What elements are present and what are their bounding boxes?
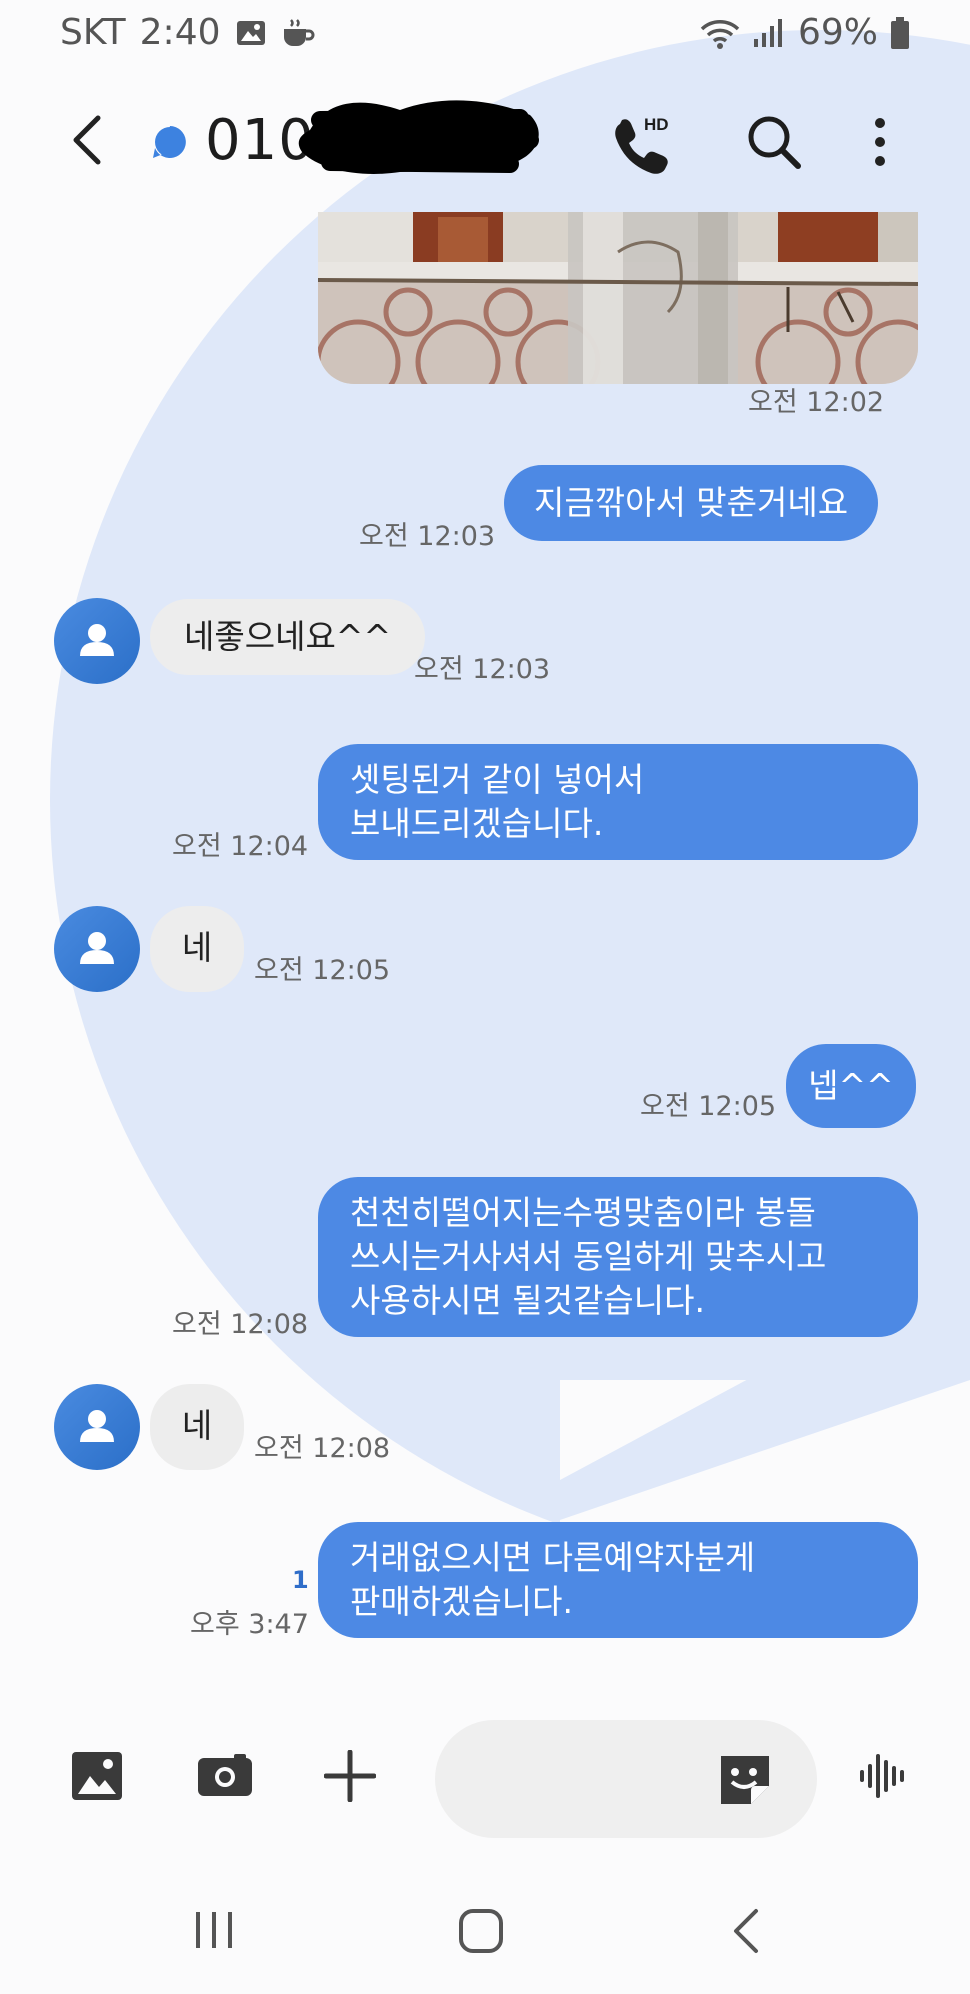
message-text-line: 셋팅된거 같이 넣어서 [350, 760, 645, 799]
clock: 2:40 [139, 12, 221, 53]
back-button[interactable] [58, 110, 118, 170]
message-text: 넵^^ [808, 1066, 894, 1105]
battery-percent: 69% [797, 12, 878, 53]
message-text: 네 [181, 1406, 213, 1445]
message-text-line: 천천히떨어지는수평맞춤이라 봉돌 [350, 1193, 816, 1232]
search-icon [748, 116, 801, 169]
online-dot-icon [153, 126, 186, 158]
home-icon [459, 1909, 503, 1953]
voice-record-button[interactable] [858, 1752, 910, 1804]
plus-icon [323, 1749, 377, 1803]
message-text: 네 [181, 928, 213, 967]
gallery-button[interactable] [70, 1750, 124, 1806]
message-timestamp: 오전 12:05 [640, 1091, 777, 1122]
message-text-line: 거래없으시면 다른예약자분게 [350, 1538, 756, 1577]
battery-icon [890, 16, 910, 50]
system-back-button[interactable] [728, 1906, 764, 1960]
gallery-notification-icon [235, 17, 267, 49]
person-icon [80, 1410, 114, 1442]
message-text-line: 쓰시는거사셔서 동일하게 맞추시고 [350, 1237, 827, 1276]
hd-call-button[interactable]: HD [608, 110, 672, 174]
home-button[interactable] [456, 1906, 506, 1960]
contact-avatar[interactable] [54, 1384, 140, 1470]
camera-button[interactable] [196, 1752, 254, 1802]
carrier-label: SKT [60, 12, 126, 53]
message-text-line: 판매하겠습니다. [350, 1582, 574, 1621]
message-timestamp: 오전 12:03 [359, 521, 496, 552]
attach-button[interactable] [323, 1749, 377, 1806]
incoming-message-bubble[interactable]: 네 [150, 1384, 244, 1470]
message-list[interactable]: 오전 12:02 지금깎아서 맞춘거네요 오전 12:03 네좋으네요^^ 오전… [0, 212, 970, 1642]
recent-apps-button[interactable] [192, 1908, 236, 1956]
more-icon-dot [875, 156, 885, 166]
person-icon [80, 932, 114, 964]
sticker-button[interactable] [715, 1750, 775, 1810]
incoming-message-bubble[interactable]: 네좋으네요^^ [150, 599, 426, 675]
contact-avatar[interactable] [54, 598, 140, 684]
image-message[interactable] [318, 212, 918, 384]
system-navigation-bar [0, 1880, 970, 1980]
unread-count-badge: 1 [292, 1566, 309, 1594]
message-timestamp: 오전 12:02 [748, 387, 885, 418]
message-input[interactable] [435, 1720, 817, 1838]
message-text: 지금깎아서 맞춘거네요 [534, 483, 849, 522]
redaction-scribble [298, 100, 539, 174]
message-timestamp: 오전 12:05 [254, 955, 391, 986]
incoming-message-bubble[interactable]: 네 [150, 906, 244, 992]
outgoing-message-bubble[interactable]: 거래없으시면 다른예약자분게 판매하겠습니다. [318, 1522, 918, 1638]
message-timestamp: 오후 3:47 [190, 1609, 309, 1640]
more-options-button[interactable] [862, 108, 898, 176]
status-bar: SKT 2:40 69% [0, 0, 970, 68]
message-text: 네좋으네요^^ [184, 617, 392, 656]
camera-icon [198, 1754, 252, 1796]
conversation-header: 010 HD [0, 90, 970, 190]
back-icon [73, 115, 101, 165]
wifi-icon [700, 17, 740, 49]
outgoing-message-bubble[interactable]: 지금깎아서 맞춘거네요 [504, 465, 879, 541]
outgoing-message-bubble[interactable]: 넵^^ [786, 1044, 916, 1128]
gallery-icon [72, 1752, 122, 1800]
person-icon [80, 624, 114, 656]
more-icon-dot [875, 118, 885, 128]
system-back-icon [734, 1909, 758, 1953]
sticker-icon [721, 1756, 769, 1804]
outgoing-message-bubble[interactable]: 천천히떨어지는수평맞춤이라 봉돌 쓰시는거사셔서 동일하게 맞추시고 사용하시면… [318, 1177, 918, 1337]
message-timestamp: 오전 12:08 [172, 1309, 309, 1340]
message-text-line: 보내드리겠습니다. [350, 804, 604, 843]
coffee-notification-icon [281, 17, 315, 49]
outgoing-message-bubble[interactable]: 셋팅된거 같이 넣어서 보내드리겠습니다. [318, 744, 918, 860]
message-text-line: 사용하시면 될것같습니다. [350, 1281, 705, 1320]
svg-text:HD: HD [644, 115, 669, 134]
message-timestamp: 오전 12:08 [254, 1433, 391, 1464]
message-timestamp: 오전 12:04 [172, 831, 309, 862]
recents-icon [196, 1912, 232, 1948]
signal-icon [752, 17, 786, 49]
hd-call-icon: HD [615, 115, 669, 174]
contact-avatar[interactable] [54, 906, 140, 992]
search-button[interactable] [744, 112, 804, 172]
message-composer [0, 1700, 970, 1860]
bathroom-photo [318, 212, 918, 384]
voice-icon [860, 1754, 904, 1798]
more-icon-dot [875, 137, 885, 147]
message-timestamp: 오전 12:03 [414, 654, 551, 685]
